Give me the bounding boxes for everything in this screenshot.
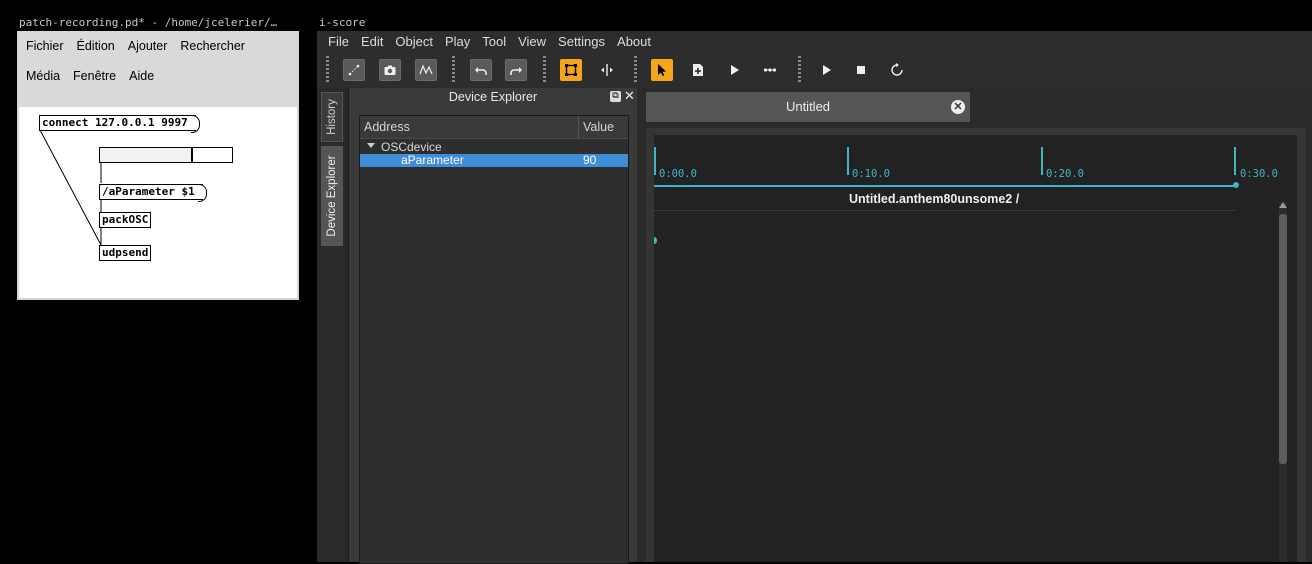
tab-device-explorer[interactable]: Device Explorer: [321, 146, 343, 246]
scenario-view: 0:00.0 0:10.0 0:20.0 0:30.0 Untitled.ant…: [646, 128, 1306, 562]
device-tree[interactable]: Address Value OSCdevice aParameter 90: [359, 115, 629, 564]
menu-play[interactable]: Play: [439, 31, 476, 52]
time-tick-label: 0:30.0: [1240, 168, 1278, 180]
time-tick: [1041, 147, 1043, 175]
reinit-icon[interactable]: [886, 59, 908, 81]
main-toolbar: [317, 52, 1312, 88]
menu-settings[interactable]: Settings: [552, 31, 611, 52]
tree-row-aparameter[interactable]: aParameter 90: [360, 154, 628, 167]
pd-menu-aide[interactable]: Aide: [122, 61, 160, 91]
scenario-title: Untitled.anthem80unsome2 /: [849, 192, 1020, 206]
scenario-canvas[interactable]: 0:00.0 0:10.0 0:20.0 0:30.0 Untitled.ant…: [654, 135, 1297, 562]
menu-view[interactable]: View: [512, 31, 552, 52]
close-tab-icon[interactable]: ✕: [951, 100, 965, 114]
tree-row-value[interactable]: 90: [583, 154, 596, 167]
slider-handle[interactable]: [100, 148, 193, 162]
pd-window-title: patch-recording.pd* - /home/jcelerier/…: [17, 14, 301, 31]
tab-untitled[interactable]: Untitled ✕: [646, 92, 970, 122]
tab-history-label: History: [326, 99, 338, 135]
horizontal-slider[interactable]: [99, 147, 233, 163]
device-tree-header: Address Value: [360, 116, 628, 139]
aparameter-message-box[interactable]: /aParameter $1: [99, 184, 207, 202]
connect-icon[interactable]: [343, 59, 365, 81]
time-tick-label: 0:10.0: [852, 168, 890, 180]
tab-untitled-label: Untitled: [785, 99, 831, 114]
scroll-up-icon[interactable]: [1279, 202, 1287, 208]
document-tabbar: Untitled ✕: [646, 92, 1312, 122]
packosc-object[interactable]: packOSC: [99, 212, 152, 228]
connect-message-box[interactable]: connect 127.0.0.1 9997: [39, 115, 200, 133]
toolbar-separator: [634, 56, 637, 84]
scale-icon[interactable]: [560, 59, 582, 81]
menu-tool[interactable]: Tool: [476, 31, 512, 52]
iscore-menubar: File Edit Object Play Tool View Settings…: [317, 31, 1312, 52]
left-dock-tabs: History Device Explorer: [317, 88, 349, 562]
undo-icon[interactable]: [470, 59, 492, 81]
pd-menubar: Fichier Édition Ajouter Rechercher Média…: [19, 31, 297, 107]
pd-menu-media[interactable]: Média: [19, 61, 66, 91]
column-header-value[interactable]: Value: [583, 116, 614, 138]
tab-history[interactable]: History: [321, 92, 343, 142]
device-explorer-panel: Device Explorer ⧉ ✕ Address Value OSCdev…: [349, 88, 637, 564]
stop-icon[interactable]: [850, 59, 872, 81]
pd-connections: [39, 129, 102, 246]
column-header-address[interactable]: Address: [364, 116, 410, 138]
time-tick-label: 0:00.0: [659, 168, 697, 180]
iscore-window: i-score File Edit Object Play Tool View …: [317, 14, 1312, 564]
timeline-end-handle[interactable]: [1233, 182, 1239, 188]
sequence-icon[interactable]: [759, 59, 781, 81]
pd-menu-fichier[interactable]: Fichier: [19, 31, 70, 61]
menu-object[interactable]: Object: [389, 31, 439, 52]
tree-row-address: aParameter: [401, 153, 464, 167]
iscore-window-title: i-score: [317, 14, 1312, 31]
curve-icon[interactable]: [415, 59, 437, 81]
pd-window: patch-recording.pd* - /home/jcelerier/… …: [17, 14, 301, 300]
pd-menu-rechercher[interactable]: Rechercher: [173, 31, 251, 61]
time-tick: [654, 147, 656, 175]
pd-menu-ajouter[interactable]: Ajouter: [121, 31, 174, 61]
time-tick: [847, 147, 849, 175]
pd-menu-fenetre[interactable]: Fenêtre: [66, 61, 122, 91]
toolbar-separator: [798, 56, 801, 84]
expand-arrow-icon[interactable]: [367, 143, 375, 148]
float-panel-icon[interactable]: ⧉: [610, 91, 621, 102]
time-tick-label: 0:20.0: [1046, 168, 1084, 180]
timeline-axis: [654, 185, 1237, 187]
vertical-scrollbar[interactable]: [1279, 202, 1287, 562]
pd-menu-edition[interactable]: Édition: [70, 31, 121, 61]
toolbar-handle[interactable]: [326, 56, 329, 84]
menu-file[interactable]: File: [322, 31, 355, 52]
toolbar-separator: [543, 56, 546, 84]
scrollbar-thumb[interactable]: [1279, 214, 1287, 464]
snapshot-icon[interactable]: [379, 59, 401, 81]
time-ruler[interactable]: 0:00.0 0:10.0 0:20.0 0:30.0: [654, 147, 1286, 188]
pd-patch-canvas[interactable]: connect 127.0.0.1 9997 /aParameter $1 pa…: [19, 107, 297, 298]
tab-device-explorer-label: Device Explorer: [326, 155, 338, 237]
udpsend-object[interactable]: udpsend: [99, 245, 152, 261]
create-icon[interactable]: [687, 59, 709, 81]
redo-icon[interactable]: [505, 59, 527, 81]
play-all-icon[interactable]: [815, 59, 837, 81]
select-icon[interactable]: [651, 59, 673, 81]
split-icon[interactable]: [596, 59, 618, 81]
start-state-marker[interactable]: [654, 237, 657, 244]
time-tick: [1234, 147, 1236, 175]
scenario-divider: [654, 210, 1236, 211]
play-icon[interactable]: [723, 59, 745, 81]
device-explorer-title: Device Explorer: [349, 88, 637, 107]
menu-edit[interactable]: Edit: [355, 31, 389, 52]
toolbar-separator: [452, 56, 455, 84]
close-panel-icon[interactable]: ✕: [624, 90, 635, 103]
menu-about[interactable]: About: [611, 31, 657, 52]
